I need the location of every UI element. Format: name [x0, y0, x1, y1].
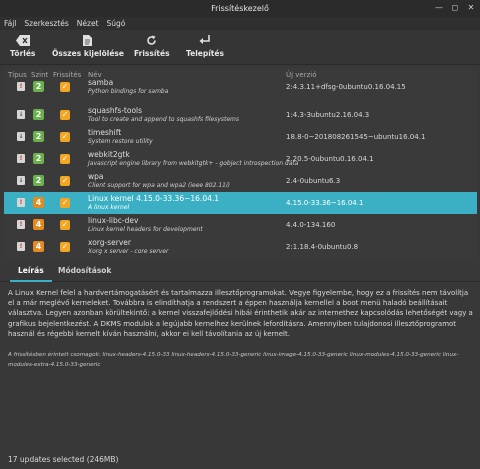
package-description: A linux kernel	[88, 204, 130, 211]
menu-file[interactable]: Fájl	[4, 19, 16, 28]
package-update-icon: ↓	[17, 176, 25, 185]
package-name: webkit2gtk	[88, 150, 130, 159]
table-row[interactable]: ! 4 ✓ Linux kernel 4.15.0-33.36~16.04.1 A li…	[4, 192, 477, 214]
security-update-icon: !	[17, 198, 25, 207]
security-update-icon: !	[17, 242, 25, 251]
package-update-icon: ↓	[17, 132, 25, 141]
package-name: squashfs-tools	[88, 106, 143, 115]
update-checkbox[interactable]: ✓	[60, 242, 70, 252]
level-badge: 2	[33, 131, 44, 142]
title-bar: Frissítéskezelő — ◻ ✕	[0, 0, 480, 17]
level-badge: 4	[33, 241, 44, 252]
table-row[interactable]: ! 2 ✓ samba Python bindings for samba 2:4.3.1…	[4, 76, 477, 98]
package-description: Python bindings for samba	[88, 88, 169, 95]
package-update-icon: ↓	[17, 110, 25, 119]
level-badge: 4	[33, 197, 44, 208]
package-name: wpa	[88, 172, 104, 181]
package-new-version: 2.4-0ubuntu6.3	[286, 177, 341, 185]
package-description: System restore utility	[88, 138, 153, 145]
table-row[interactable]: ↓ 2 ✓ squashfs-tools Tool to create and appe…	[4, 104, 477, 126]
update-checkbox[interactable]: ✓	[60, 198, 70, 208]
window-title: Frissítéskezelő	[211, 4, 269, 13]
menu-help[interactable]: Súgó	[107, 19, 126, 28]
refresh-icon	[146, 34, 157, 46]
level-badge: 2	[33, 175, 44, 186]
window-controls: — ◻ ✕	[434, 3, 476, 13]
level-badge: 2	[33, 109, 44, 120]
install-icon	[199, 34, 211, 46]
package-description: Xorg x server - core server	[88, 248, 169, 255]
select-all-button[interactable]: Összes kijelölése	[52, 34, 124, 62]
maximize-icon[interactable]: ◻	[450, 3, 460, 13]
tab-changes[interactable]: Módosítások	[50, 266, 119, 280]
update-checkbox[interactable]: ✓	[60, 132, 70, 142]
package-description: Client support for wpa and wpa2 (ieee 80…	[88, 182, 230, 189]
close-icon[interactable]: ✕	[466, 3, 476, 13]
package-new-version: 18.8-0~201808261545~ubuntu16.04.1	[286, 133, 426, 141]
package-new-version: 2.20.5-0ubuntu0.16.04.1	[286, 155, 374, 163]
update-checkbox[interactable]: ✓	[60, 82, 70, 92]
table-row[interactable]: ! 2 ✓ webkit2gtk Javascript engine library f…	[4, 148, 477, 170]
refresh-button[interactable]: Frissítés	[134, 34, 170, 62]
install-button[interactable]: Telepítés	[186, 34, 224, 62]
toolbar: Törlés Összes kijelölése Frissítés Telep…	[0, 30, 480, 65]
package-description: Linux kernel headers for development	[88, 226, 203, 233]
updates-table: Típus Szint Frissítés Név Új verzió ! 2 ✓ s…	[4, 68, 477, 258]
package-name: timeshift	[88, 128, 122, 137]
package-new-version: 1:4.3-3ubuntu2.16.04.3	[286, 111, 370, 119]
affected-packages-text: A frissítésben érintett csomagok: linux-…	[8, 352, 459, 368]
level-badge: 2	[33, 81, 44, 92]
package-name: samba	[88, 78, 114, 87]
package-new-version: 4.4.0-134.160	[286, 221, 336, 229]
menu-edit[interactable]: Szerkesztés	[24, 19, 68, 28]
package-new-version: 2:1.18.4-0ubuntu0.8	[286, 243, 359, 251]
package-name: xorg-server	[88, 238, 131, 247]
level-badge: 4	[33, 219, 44, 230]
update-checkbox[interactable]: ✓	[60, 110, 70, 120]
package-new-version: 4.15.0-33.36~16.04.1	[286, 199, 364, 207]
status-bar: 17 updates selected (246MB)	[0, 449, 480, 469]
detail-tabs: Leírás Módosítások	[0, 262, 480, 282]
document-icon	[83, 34, 93, 46]
update-checkbox[interactable]: ✓	[60, 154, 70, 164]
table-row[interactable]: ↓ 2 ✓ timeshift System restore utility 18.8-0…	[4, 126, 477, 148]
package-name: Linux kernel 4.15.0-33.36~16.04.1	[88, 194, 220, 203]
status-text: 17 updates selected (246MB)	[8, 454, 119, 464]
package-name: linux-libc-dev	[88, 216, 139, 225]
security-update-icon: !	[17, 220, 25, 229]
security-update-icon: !	[17, 82, 25, 91]
minimize-icon[interactable]: —	[434, 3, 444, 13]
table-row[interactable]: ↓ 2 ✓ wpa Client support for wpa and wpa2 (i…	[4, 170, 477, 192]
table-row[interactable]: ! 4 ✓ linux-libc-dev Linux kernel headers fo…	[4, 214, 477, 236]
table-row[interactable]: ! 4 ✓ xorg-server Xorg x server - core serve…	[4, 236, 477, 258]
menu-bar: Fájl Szerkesztés Nézet Súgó	[0, 17, 480, 30]
update-checkbox[interactable]: ✓	[60, 176, 70, 186]
level-badge: 2	[33, 153, 44, 164]
clear-button[interactable]: Törlés	[10, 34, 35, 62]
menu-view[interactable]: Nézet	[77, 19, 99, 28]
clear-icon	[15, 34, 30, 46]
description-text: A Linux Kernel felel a hardvertámogatásé…	[8, 289, 473, 338]
package-new-version: 2:4.3.11+dfsg-0ubuntu0.16.04.15	[286, 83, 406, 91]
update-checkbox[interactable]: ✓	[60, 220, 70, 230]
tab-description[interactable]: Leírás	[10, 266, 52, 282]
package-description: Javascript engine library from webkitgtk…	[88, 160, 299, 167]
security-update-icon: !	[17, 154, 25, 163]
package-description: Tool to create and append to squashfs fi…	[88, 116, 240, 123]
